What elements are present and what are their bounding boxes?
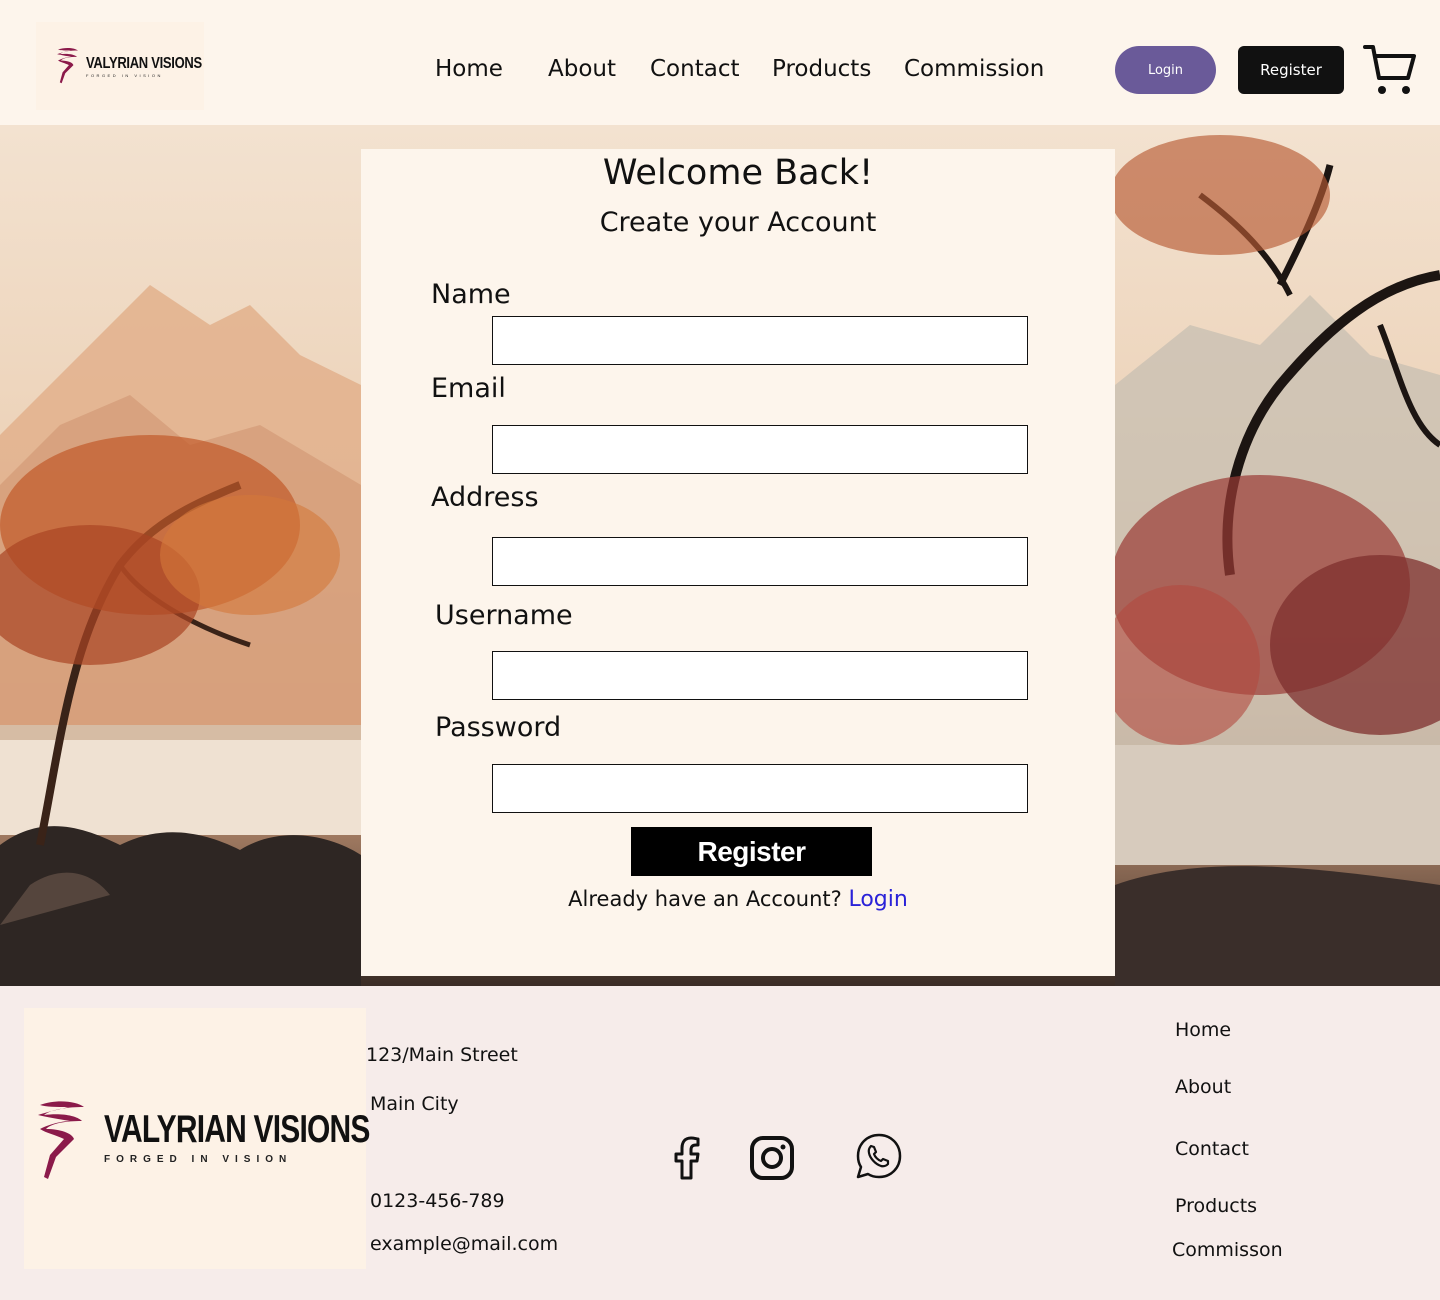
footer-link-about[interactable]: About: [1175, 1076, 1231, 1098]
nav-commission[interactable]: Commission: [904, 56, 1044, 82]
nav-products[interactable]: Products: [772, 56, 871, 82]
username-input[interactable]: [492, 651, 1028, 700]
address-line-1: 123/Main Street: [366, 1044, 518, 1066]
email-address: example@mail.com: [370, 1233, 559, 1255]
form-title: Welcome Back!: [602, 153, 874, 193]
footer-brand-tagline: FORGED IN VISION: [104, 1154, 293, 1165]
address-input[interactable]: [492, 537, 1028, 586]
facebook-icon[interactable]: [664, 1134, 712, 1182]
name-input[interactable]: [492, 316, 1028, 365]
email-label: Email: [431, 373, 506, 404]
password-input[interactable]: [492, 764, 1028, 813]
site-header: VALYRIAN VISIONS FORGED IN VISION Home A…: [0, 0, 1440, 125]
login-link[interactable]: Login: [848, 887, 907, 912]
password-label: Password: [435, 712, 562, 743]
site-footer: VALYRIAN VISIONS FORGED IN VISION 123/Ma…: [0, 986, 1440, 1300]
footer-link-home[interactable]: Home: [1175, 1019, 1231, 1041]
footer-link-products[interactable]: Products: [1175, 1195, 1257, 1217]
brand-logo[interactable]: VALYRIAN VISIONS FORGED IN VISION: [36, 22, 204, 110]
nav-home[interactable]: Home: [435, 56, 503, 82]
header-register-button[interactable]: Register: [1238, 46, 1344, 94]
brand-mark-icon: [38, 1101, 84, 1179]
brand-name: VALYRIAN VISIONS: [86, 53, 202, 71]
username-label: Username: [435, 600, 573, 631]
phone-number: 0123-456-789: [370, 1190, 505, 1212]
login-prompt-text: Already have an Account?: [568, 887, 842, 911]
whatsapp-icon[interactable]: [855, 1132, 903, 1180]
cart-icon[interactable]: [1362, 42, 1418, 98]
instagram-icon[interactable]: [748, 1134, 796, 1182]
address-label: Address: [431, 482, 539, 513]
footer-link-commission[interactable]: Commisson: [1172, 1239, 1283, 1261]
nav-about[interactable]: About: [548, 56, 616, 82]
footer-brand-logo: VALYRIAN VISIONS FORGED IN VISION: [24, 1008, 370, 1269]
footer-brand-name: VALYRIAN VISIONS: [104, 1108, 370, 1151]
form-subtitle: Create your Account: [599, 207, 877, 238]
address-line-2: Main City: [370, 1093, 459, 1115]
login-prompt: Already have an Account? Login: [361, 887, 1115, 912]
footer-link-contact[interactable]: Contact: [1175, 1138, 1249, 1160]
brand-tagline: FORGED IN VISION: [86, 72, 163, 78]
brand-mark-icon: [57, 47, 78, 84]
nav-contact[interactable]: Contact: [650, 56, 739, 82]
register-submit-button[interactable]: Register: [631, 827, 872, 876]
email-input[interactable]: [492, 425, 1028, 474]
name-label: Name: [431, 279, 511, 310]
register-form-card: Welcome Back! Create your Account Name E…: [361, 149, 1115, 976]
header-login-button[interactable]: Login: [1115, 46, 1216, 94]
